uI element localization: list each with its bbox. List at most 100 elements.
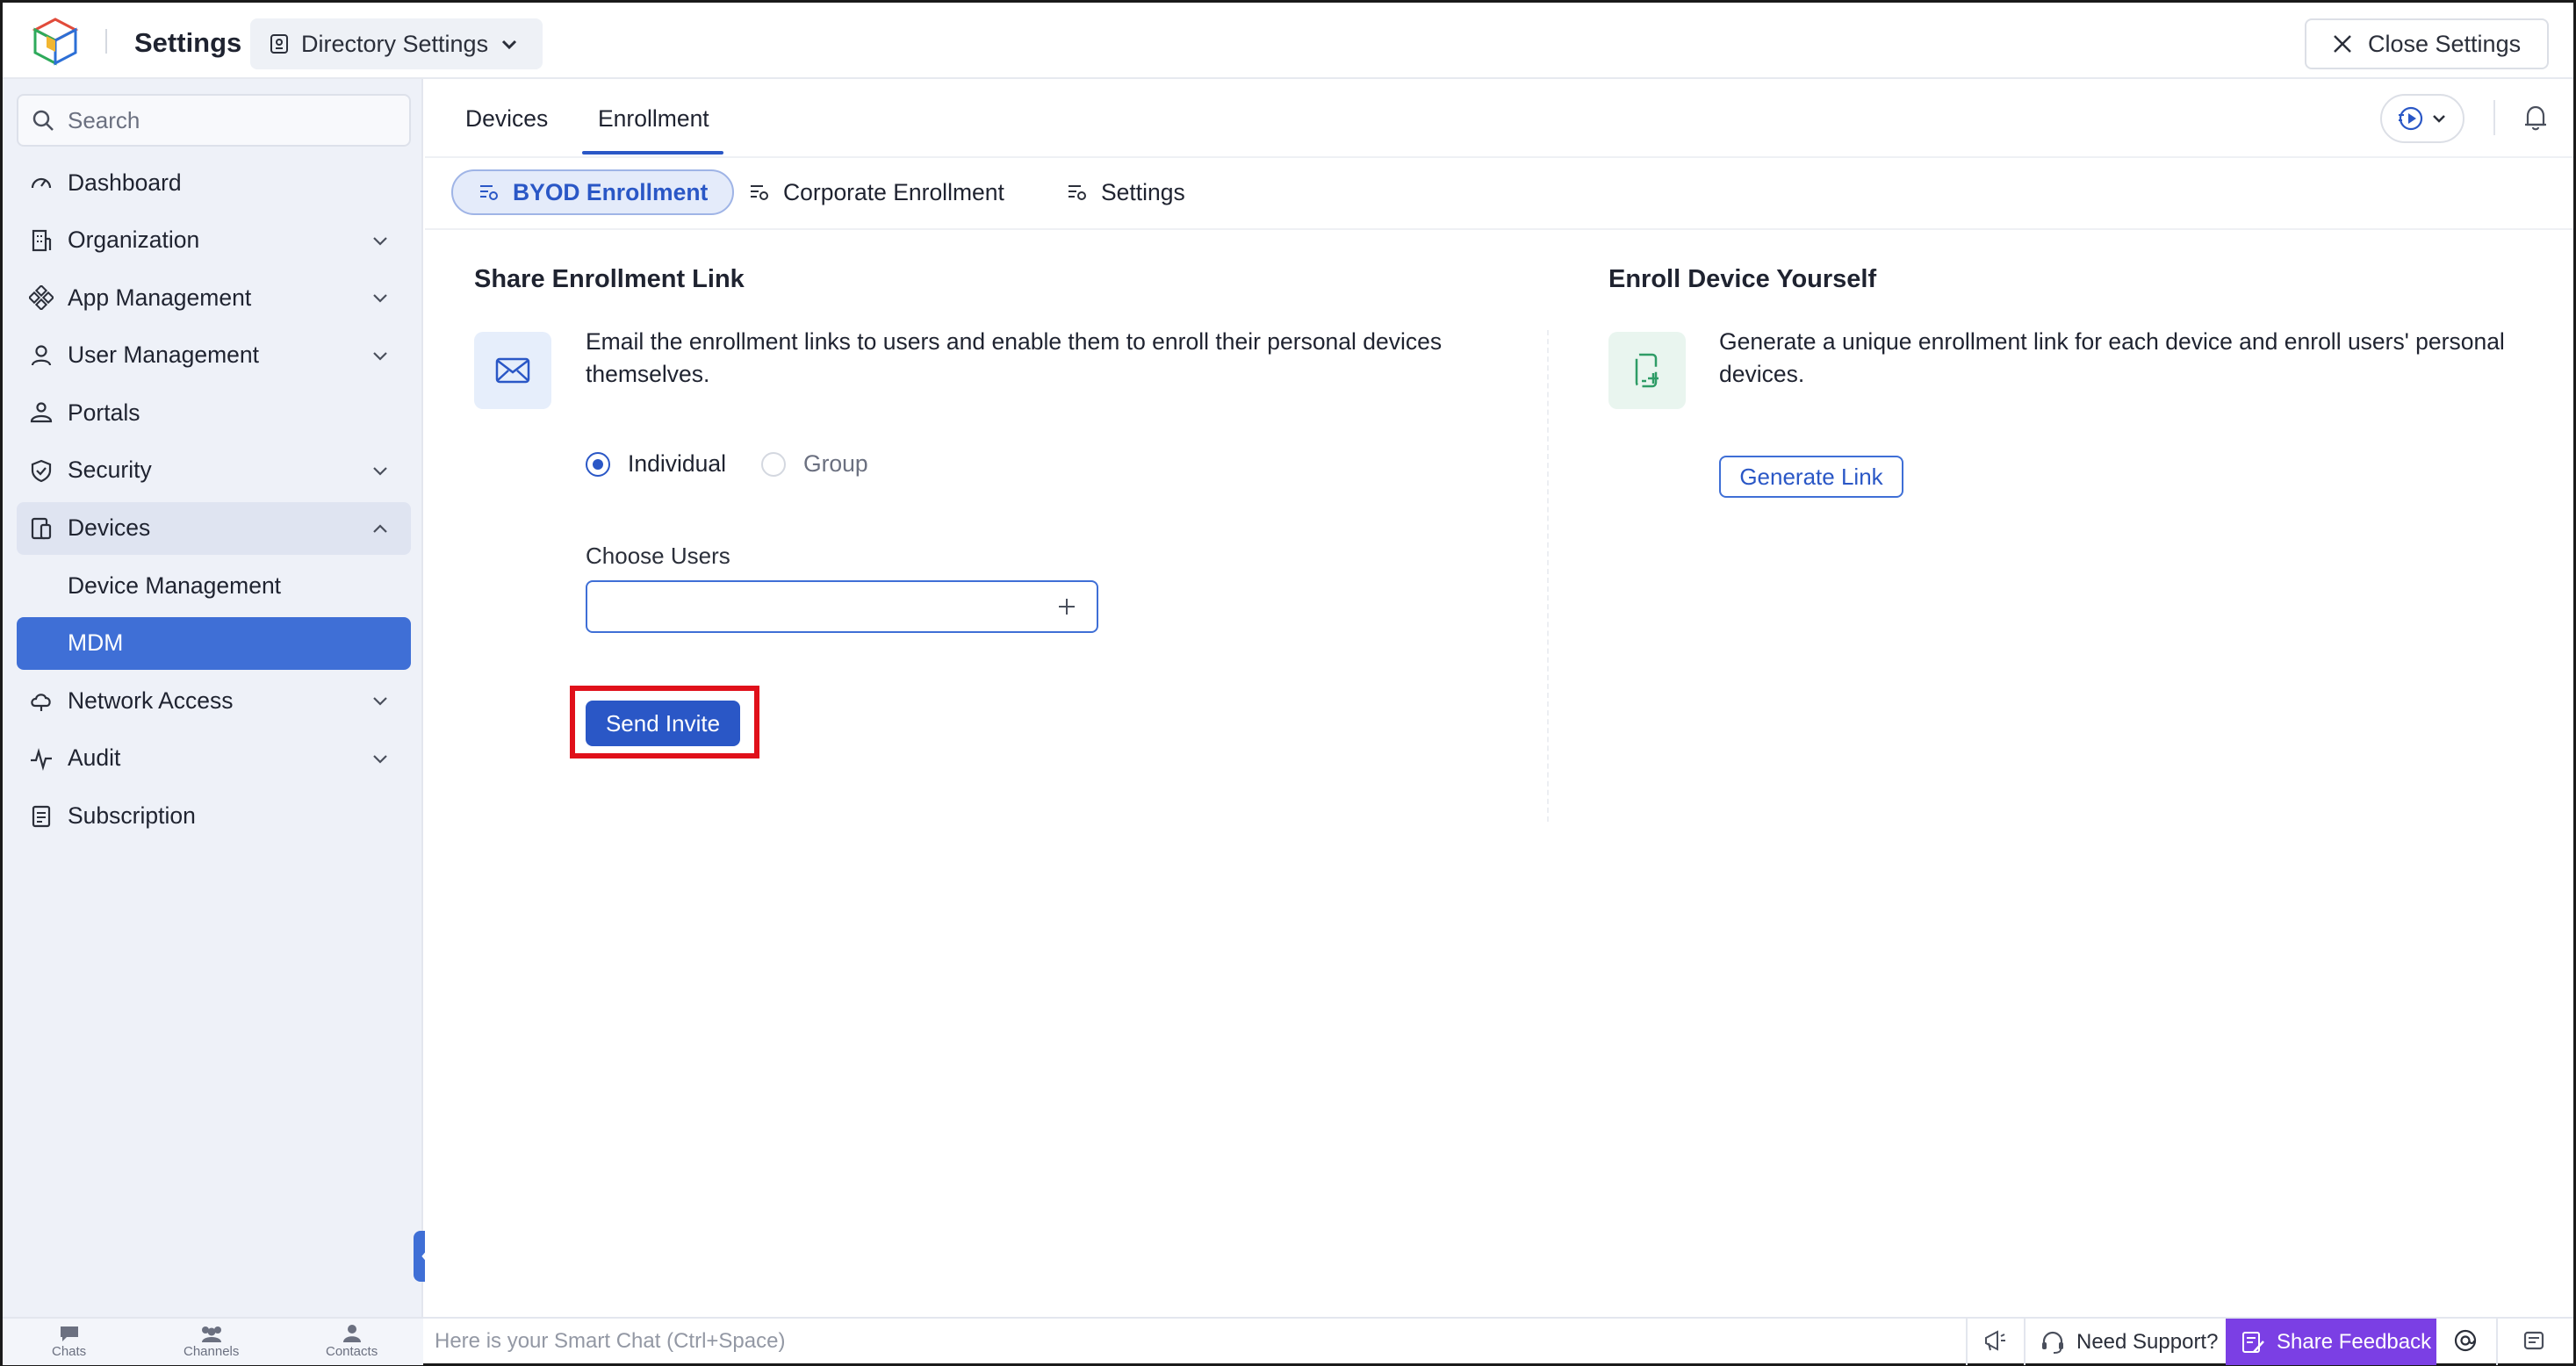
- sidebar-item-label: User Management: [68, 342, 259, 369]
- sidebar-item-security[interactable]: Security: [17, 444, 411, 497]
- generate-link-button[interactable]: Generate Link: [1719, 456, 1903, 498]
- directory-settings-dropdown[interactable]: Directory Settings: [250, 18, 543, 69]
- sidebar-item-label: Organization: [68, 226, 200, 254]
- share-feedback-button[interactable]: Share Feedback: [2226, 1319, 2436, 1365]
- notification-bell-icon[interactable]: [2520, 102, 2551, 133]
- radio-individual[interactable]: Individual: [586, 450, 726, 478]
- email-icon: [474, 332, 551, 409]
- tab-devices[interactable]: Devices: [465, 105, 548, 133]
- sidebar-item-app-management[interactable]: App Management: [17, 271, 411, 324]
- list-settings-icon: [478, 181, 500, 204]
- subtab-settings[interactable]: Settings: [1066, 169, 1185, 215]
- quick-notes-icon[interactable]: [2521, 1327, 2547, 1354]
- sidebar-item-dashboard[interactable]: Dashboard: [17, 156, 411, 209]
- subtab-label: Corporate Enrollment: [783, 178, 1004, 205]
- sidebar-item-device-management[interactable]: Device Management: [17, 559, 411, 612]
- sidebar-item-label: Security: [68, 457, 152, 484]
- header-divider: [2493, 100, 2495, 135]
- enroll-description-line: Generate a unique enrollment link for ea…: [1719, 328, 2505, 355]
- sidebar-item-user-management[interactable]: User Management: [17, 329, 411, 382]
- channels-icon: [198, 1324, 225, 1343]
- choose-users-field[interactable]: [586, 580, 1098, 633]
- share-description-line: Email the enrollment links to users and …: [586, 328, 1443, 355]
- bottom-nav-label: Chats: [52, 1344, 87, 1359]
- enroll-description: Generate a unique enrollment link for ea…: [1719, 326, 2505, 391]
- directory-settings-label: Directory Settings: [301, 30, 489, 57]
- headset-icon: [2040, 1329, 2066, 1355]
- chevron-down-icon: [499, 33, 520, 54]
- user-icon: [27, 342, 55, 370]
- sidebar: Dashboard Organization App Management Us…: [3, 79, 423, 1317]
- bottom-bar: Chats Channels Contacts Here is your Sma…: [3, 1317, 2573, 1365]
- sidebar-item-subscription[interactable]: Subscription: [17, 790, 411, 843]
- shield-icon: [27, 457, 55, 485]
- radio-label: Group: [803, 450, 868, 477]
- close-icon: [2331, 32, 2354, 55]
- subtab-label: BYOD Enrollment: [513, 178, 709, 205]
- chevron-down-icon: [371, 288, 390, 307]
- need-support-label: Need Support?: [2076, 1329, 2219, 1354]
- subtab-label: Settings: [1101, 178, 1185, 205]
- recording-menu-button[interactable]: [2380, 94, 2464, 143]
- play-record-icon: [2397, 104, 2425, 133]
- sidebar-nav: Dashboard Organization App Management Us…: [17, 156, 411, 847]
- directory-icon: [268, 32, 291, 55]
- bottom-nav: Chats Channels Contacts: [3, 1319, 423, 1365]
- audit-icon: [27, 744, 55, 773]
- list-settings-icon: [748, 181, 771, 204]
- sidebar-search: [17, 94, 411, 147]
- sidebar-item-label: App Management: [68, 284, 252, 311]
- sidebar-item-network-access[interactable]: Network Access: [17, 674, 411, 727]
- sidebar-item-label: Device Management: [68, 572, 282, 599]
- sidebar-item-label: Audit: [68, 744, 121, 772]
- send-invite-button[interactable]: Send Invite: [586, 701, 740, 746]
- search-icon: [31, 108, 55, 133]
- bottom-nav-label: Contacts: [326, 1344, 378, 1359]
- sidebar-item-organization[interactable]: Organization: [17, 214, 411, 267]
- chevron-down-icon: [371, 231, 390, 250]
- subscription-icon: [27, 802, 55, 830]
- subtab-bar: BYOD Enrollment Corporate Enrollment Set…: [425, 158, 2573, 230]
- bottom-nav-channels[interactable]: Channels: [183, 1324, 239, 1359]
- bottombar-divider: [2496, 1319, 2498, 1365]
- chat-icon: [58, 1324, 81, 1343]
- subtab-corporate-enrollment[interactable]: Corporate Enrollment: [748, 169, 1004, 215]
- add-icon[interactable]: [1056, 596, 1077, 617]
- topbar-divider: [105, 29, 107, 54]
- app-logo-icon: [31, 17, 80, 66]
- sidebar-item-label: Portals: [68, 399, 140, 426]
- subtab-byod-enrollment[interactable]: BYOD Enrollment: [451, 169, 735, 215]
- mobile-add-icon: [1608, 332, 1686, 409]
- bottom-nav-contacts[interactable]: Contacts: [326, 1324, 378, 1359]
- enroll-description-line: devices.: [1719, 361, 1805, 387]
- at-mention-icon[interactable]: [2452, 1327, 2479, 1354]
- list-settings-icon: [1066, 181, 1089, 204]
- share-feedback-label: Share Feedback: [2277, 1329, 2432, 1354]
- share-description: Email the enrollment links to users and …: [586, 326, 1442, 391]
- radio-circle: [586, 451, 610, 477]
- sidebar-item-label: Subscription: [68, 802, 196, 830]
- tab-enrollment[interactable]: Enrollment: [582, 105, 723, 155]
- app-management-icon: [27, 284, 55, 312]
- sidebar-item-label: Devices: [68, 514, 151, 542]
- sidebar-item-label: Network Access: [68, 687, 234, 714]
- radio-label: Individual: [628, 450, 726, 477]
- need-support-button[interactable]: Need Support?: [2040, 1319, 2218, 1365]
- devices-icon: [27, 514, 55, 543]
- megaphone-icon[interactable]: [1982, 1327, 2008, 1354]
- close-settings-button[interactable]: Close Settings: [2305, 18, 2549, 69]
- search-input[interactable]: [68, 106, 401, 134]
- sidebar-item-portals[interactable]: Portals: [17, 386, 411, 439]
- sidebar-item-mdm[interactable]: MDM: [17, 616, 411, 670]
- feedback-icon: [2240, 1329, 2266, 1355]
- column-divider: [1547, 330, 1549, 822]
- bottom-nav-chats[interactable]: Chats: [52, 1324, 86, 1359]
- share-enrollment-title: Share Enrollment Link: [474, 265, 745, 293]
- radio-circle: [761, 451, 786, 477]
- sidebar-item-label: MDM: [68, 629, 124, 657]
- smart-chat-input[interactable]: Here is your Smart Chat (Ctrl+Space): [435, 1329, 785, 1354]
- sidebar-item-label: Dashboard: [68, 169, 182, 196]
- sidebar-item-devices[interactable]: Devices: [17, 501, 411, 555]
- sidebar-item-audit[interactable]: Audit: [17, 732, 411, 785]
- radio-group[interactable]: Group: [761, 450, 868, 478]
